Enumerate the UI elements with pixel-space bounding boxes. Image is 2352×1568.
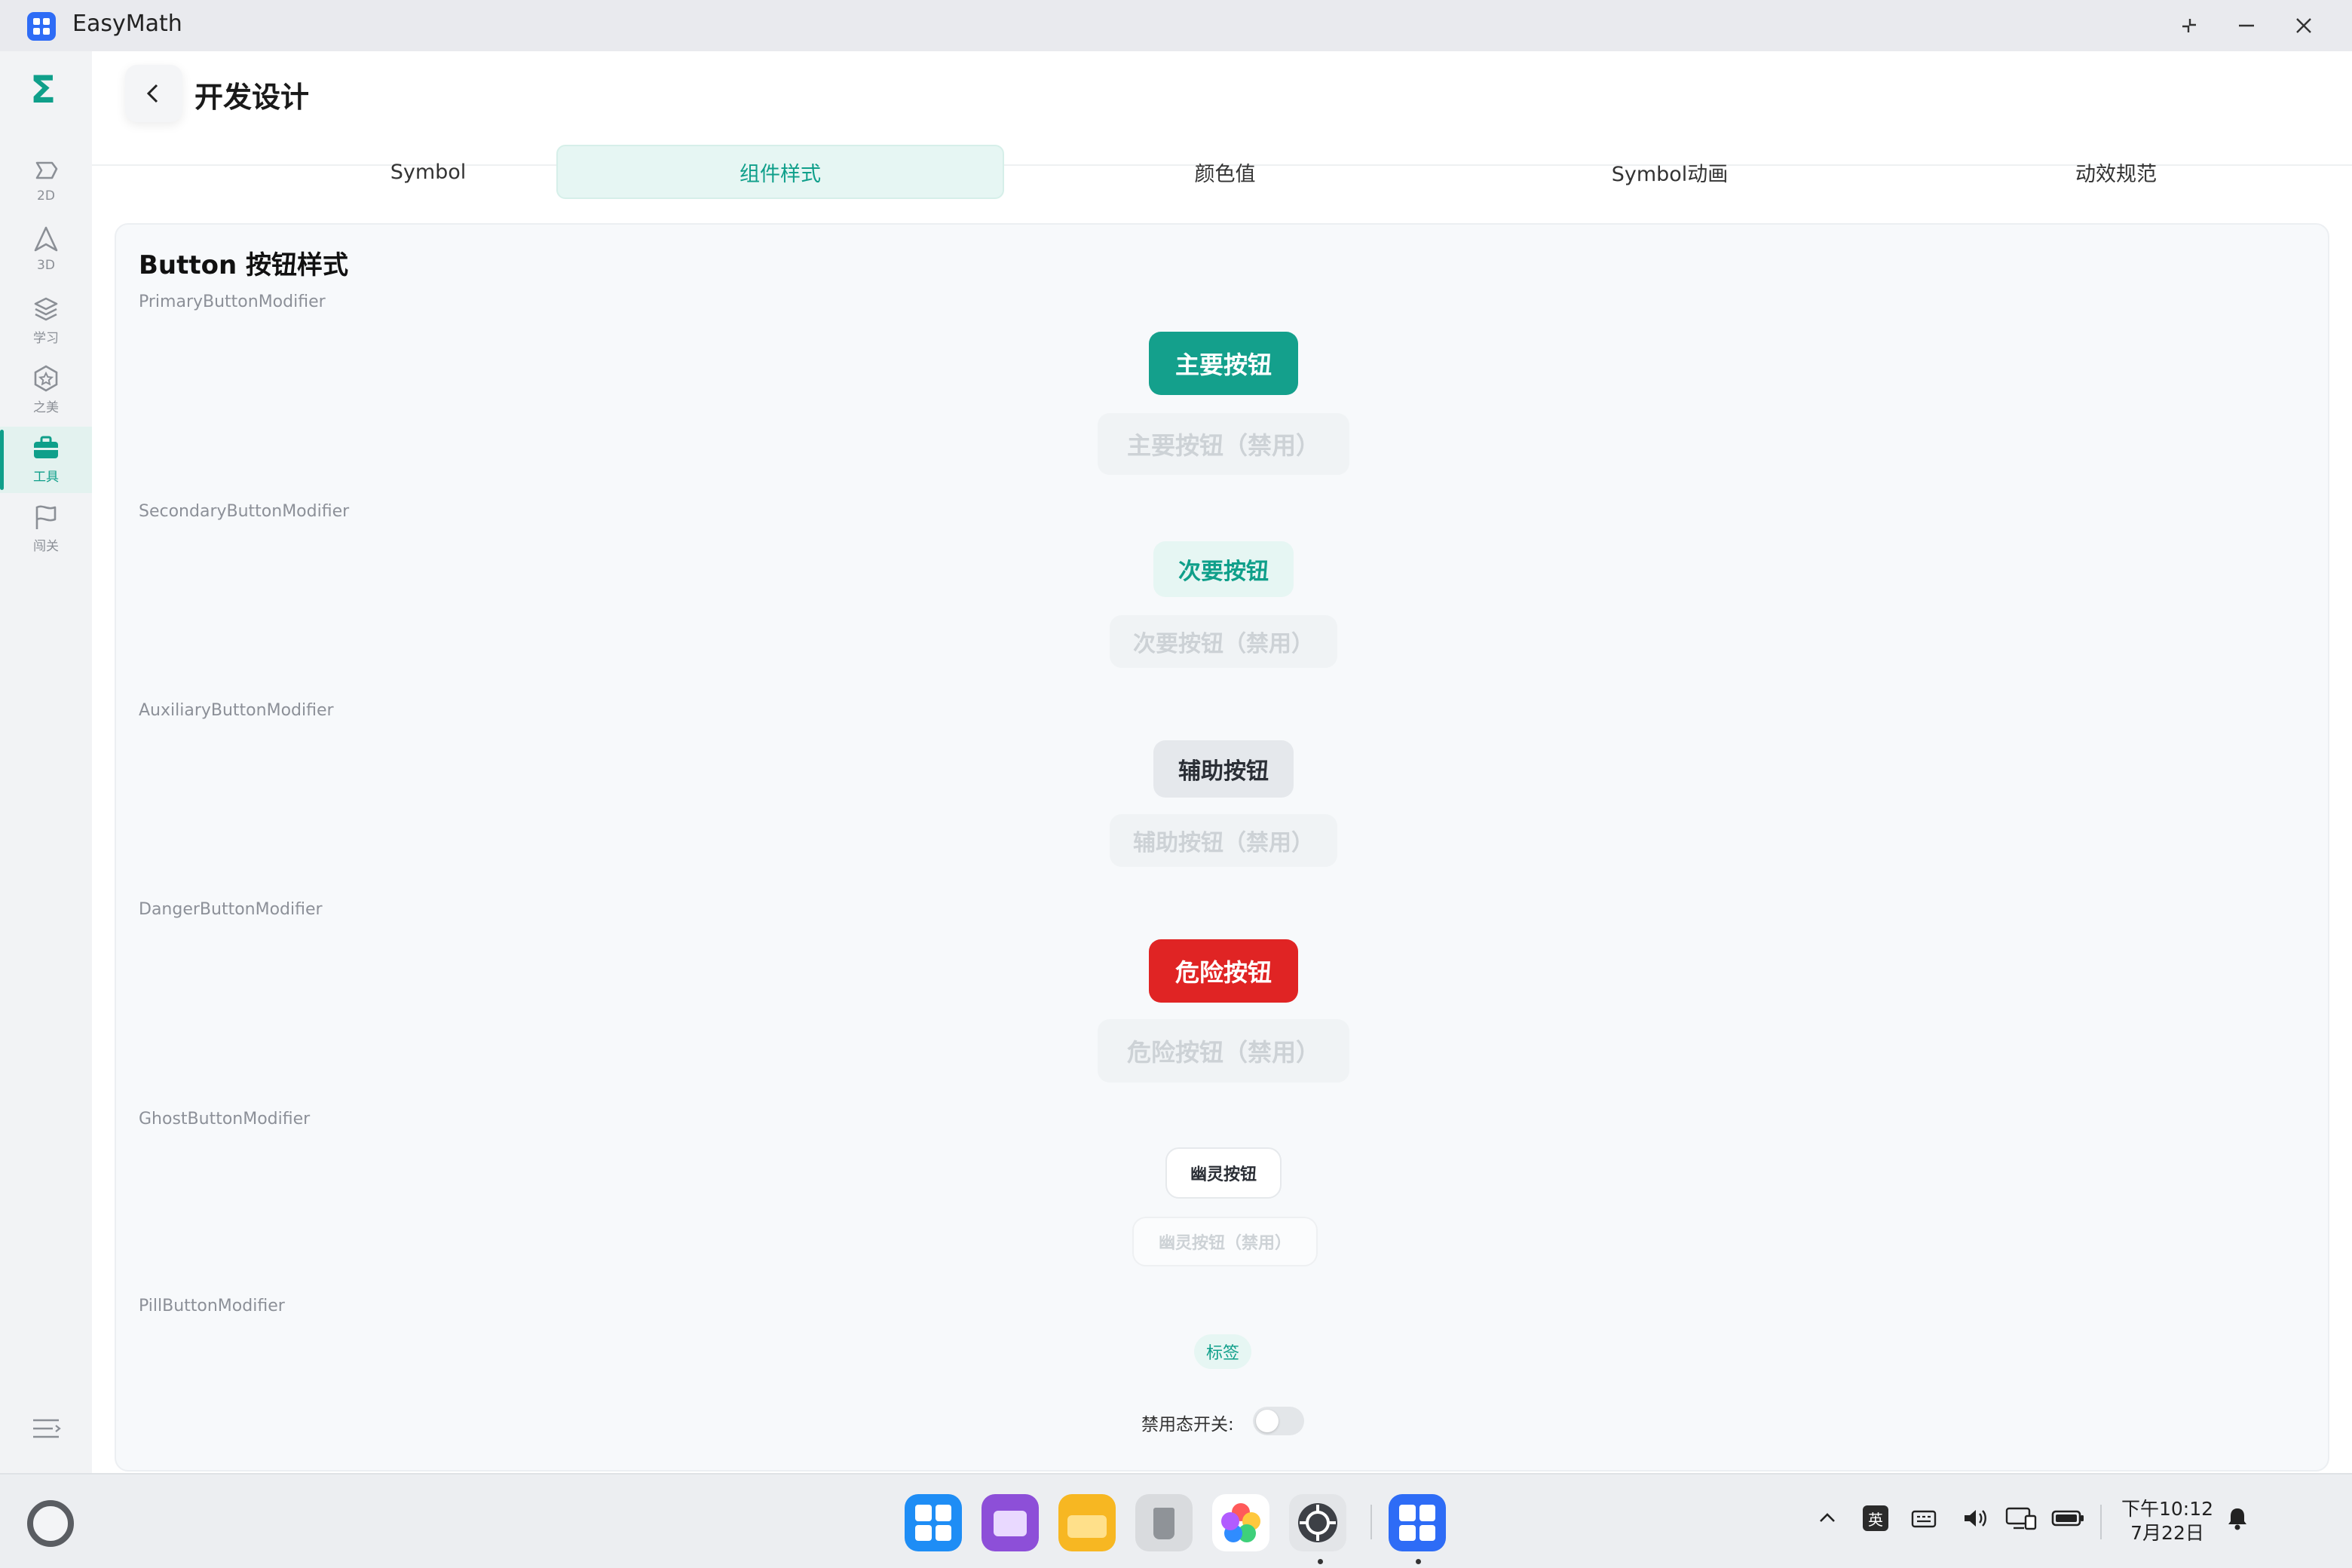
- cone-3d-icon: [34, 226, 58, 252]
- modifier-label-danger: DangerButtonModifier: [139, 900, 323, 919]
- tab-component-styles[interactable]: 组件样式: [556, 145, 1004, 199]
- danger-button-disabled: 危险按钮（禁用）: [1098, 1019, 1349, 1083]
- multitask-icon[interactable]: [982, 1494, 1039, 1551]
- secondary-button[interactable]: 次要按钮: [1153, 541, 1294, 597]
- layers-icon: [34, 297, 58, 321]
- sigma-logo-icon: Σ: [30, 68, 57, 112]
- pill-button[interactable]: 标签: [1194, 1334, 1251, 1369]
- tab-bar: Symbol 组件样式 颜色值 Symbol动画 动效规范: [92, 51, 2352, 199]
- window-title: EasyMath: [72, 11, 182, 37]
- secondary-button-disabled: 次要按钮（禁用）: [1110, 615, 1337, 668]
- display-network-icon[interactable]: [2002, 1497, 2040, 1539]
- rail-item-label: 3D: [37, 258, 55, 273]
- app-icon: [27, 12, 56, 41]
- primary-button-disabled: 主要按钮（禁用）: [1098, 413, 1349, 475]
- easymath-app-icon[interactable]: [1389, 1494, 1446, 1551]
- side-rail: Σ 2D 3D 学习 之美 工具 闯关: [0, 51, 92, 1473]
- card-title: Button 按钮样式: [139, 250, 349, 280]
- ghost-button-disabled: 幽灵按钮（禁用）: [1132, 1217, 1318, 1266]
- running-indicator: [1416, 1559, 1421, 1564]
- modifier-label-secondary: SecondaryButtonModifier: [139, 502, 350, 521]
- toggle-knob: [1256, 1410, 1279, 1432]
- shape-2d-icon: [35, 161, 58, 179]
- restore-icon[interactable]: [2171, 9, 2207, 42]
- tray-divider: [2100, 1505, 2102, 1539]
- rail-item-3d[interactable]: 3D: [0, 219, 92, 285]
- rail-item-study[interactable]: 学习: [0, 288, 92, 354]
- button-styles-card: Button 按钮样式 PrimaryButtonModifier 主要按钮 主…: [115, 223, 2329, 1472]
- hexagon-star-icon: [34, 365, 58, 392]
- modifier-label-primary: PrimaryButtonModifier: [139, 292, 326, 311]
- running-indicator: [1318, 1559, 1323, 1564]
- auxiliary-button-disabled: 辅助按钮（禁用）: [1110, 814, 1337, 867]
- keyboard-icon[interactable]: [1907, 1497, 1940, 1539]
- clock-time: 下午10:12: [2121, 1498, 2214, 1520]
- modifier-label-ghost: GhostButtonModifier: [139, 1110, 311, 1129]
- clock-date: 7月22日: [2130, 1522, 2204, 1544]
- rail-item-beauty[interactable]: 之美: [0, 357, 92, 424]
- auxiliary-button[interactable]: 辅助按钮: [1153, 740, 1294, 798]
- menu-collapse-icon[interactable]: [30, 1413, 62, 1444]
- dock-divider: [1370, 1505, 1372, 1539]
- trash-icon[interactable]: [1135, 1494, 1193, 1551]
- chevron-up-icon[interactable]: [1811, 1497, 1844, 1539]
- files-icon[interactable]: [1058, 1494, 1116, 1551]
- tab-color-values[interactable]: 颜色值: [1003, 145, 1447, 199]
- minimize-icon[interactable]: [2228, 9, 2265, 42]
- rail-item-label: 学习: [33, 331, 59, 346]
- rail-item-tools[interactable]: 工具: [0, 427, 92, 493]
- flag-icon: [35, 505, 57, 529]
- battery-icon[interactable]: [2049, 1497, 2087, 1539]
- rail-item-2d[interactable]: 2D: [0, 149, 92, 216]
- disabled-toggle-label: 禁用态开关:: [1141, 1415, 1234, 1435]
- app-store-icon[interactable]: [905, 1494, 962, 1551]
- input-method-indicator[interactable]: 英: [1859, 1497, 1892, 1539]
- notification-bell-icon[interactable]: [2221, 1497, 2254, 1539]
- clock[interactable]: 下午10:12 7月22日: [2118, 1497, 2216, 1545]
- primary-button[interactable]: 主要按钮: [1149, 332, 1298, 395]
- rail-item-label: 工具: [33, 470, 59, 485]
- volume-icon[interactable]: [1958, 1497, 1992, 1539]
- danger-button[interactable]: 危险按钮: [1149, 939, 1298, 1003]
- modifier-label-auxiliary: AuxiliaryButtonModifier: [139, 701, 334, 720]
- ghost-button[interactable]: 幽灵按钮: [1165, 1147, 1282, 1199]
- gallery-icon[interactable]: [1212, 1494, 1269, 1551]
- settings-icon[interactable]: [1289, 1494, 1346, 1551]
- rail-item-label: 2D: [37, 188, 55, 204]
- tab-symbol-animation[interactable]: Symbol动画: [1447, 145, 1892, 199]
- disabled-state-toggle[interactable]: [1253, 1407, 1304, 1435]
- rail-item-label: 闯关: [33, 539, 59, 554]
- toolbox-icon: [34, 436, 58, 458]
- start-button[interactable]: [27, 1500, 74, 1547]
- taskbar: 英 下午10:12 7月22日: [0, 1473, 2352, 1568]
- rail-item-challenge[interactable]: 闯关: [0, 496, 92, 562]
- close-icon[interactable]: [2286, 9, 2322, 42]
- tab-motion-spec[interactable]: 动效规范: [1892, 145, 2340, 199]
- rail-item-label: 之美: [33, 400, 59, 415]
- modifier-label-pill: PillButtonModifier: [139, 1297, 285, 1315]
- title-bar: EasyMath: [0, 0, 2352, 51]
- ime-label: 英: [1863, 1505, 1888, 1531]
